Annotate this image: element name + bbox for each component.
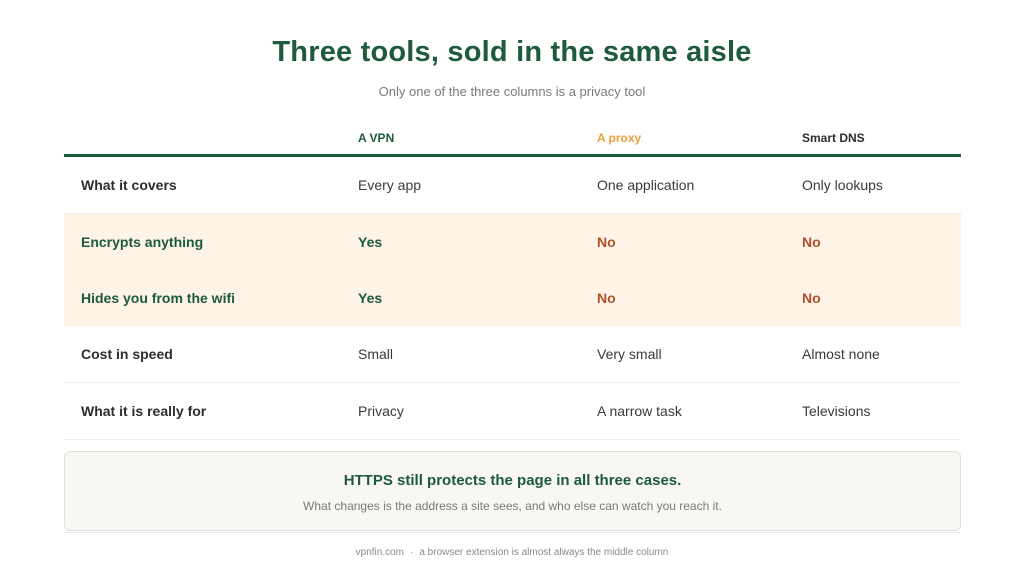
cell-smart-dns: Only lookups	[802, 177, 883, 193]
comparison-table: A VPN A proxy Smart DNS What it covers E…	[64, 126, 961, 440]
callout-body: What changes is the address a site sees,…	[303, 499, 722, 513]
cell-vpn: Every app	[358, 177, 422, 193]
column-header-vpn: A VPN	[358, 131, 395, 145]
row-label: Cost in speed	[81, 346, 173, 362]
cell-vpn: Yes	[358, 290, 383, 306]
footer-site: vpnfin.com	[355, 547, 404, 558]
cell-proxy: No	[597, 290, 616, 306]
table-header: A VPN A proxy Smart DNS	[64, 126, 961, 157]
row-label: Encrypts anything	[81, 234, 204, 250]
column-header-smart-dns: Smart DNS	[802, 131, 865, 145]
slide: Three tools, sold in the same aisle Only…	[0, 0, 1024, 563]
cell-smart-dns: No	[802, 290, 821, 306]
cell-proxy: No	[597, 234, 616, 250]
footer-text: a browser extension is almost always the…	[419, 547, 669, 558]
page-subtitle: Only one of the three columns is a priva…	[378, 84, 646, 99]
table-row: What it is really for Privacy A narrow t…	[64, 383, 961, 440]
callout-title: HTTPS still protects the page in all thr…	[343, 472, 682, 489]
cell-proxy: One application	[597, 177, 695, 193]
column-header-proxy: A proxy	[597, 131, 642, 145]
footer-separator: ·	[410, 547, 414, 558]
cell-vpn: Small	[358, 346, 394, 362]
footer: vpnfin.com · a browser extension is almost…	[0, 547, 1024, 558]
table-row: What it covers Every app One application…	[64, 157, 961, 214]
row-label: What it is really for	[81, 403, 207, 419]
cell-vpn: Yes	[358, 234, 383, 250]
cell-proxy: Very small	[597, 346, 662, 362]
table-row: Hides you from the wifi Yes No No	[64, 270, 961, 326]
cell-vpn: Privacy	[358, 403, 404, 419]
table-row: Encrypts anything Yes No No	[64, 214, 961, 270]
footer-divider	[64, 532, 961, 533]
row-label: Hides you from the wifi	[81, 290, 236, 306]
cell-smart-dns: Televisions	[802, 403, 871, 419]
cell-smart-dns: Almost none	[802, 346, 880, 362]
page-title: Three tools, sold in the same aisle	[272, 36, 752, 68]
callout-box: HTTPS still protects the page in all thr…	[64, 451, 961, 531]
row-label: What it covers	[81, 177, 177, 193]
cell-proxy: A narrow task	[597, 403, 682, 419]
table-row: Cost in speed Small Very small Almost no…	[64, 326, 961, 383]
cell-smart-dns: No	[802, 234, 821, 250]
